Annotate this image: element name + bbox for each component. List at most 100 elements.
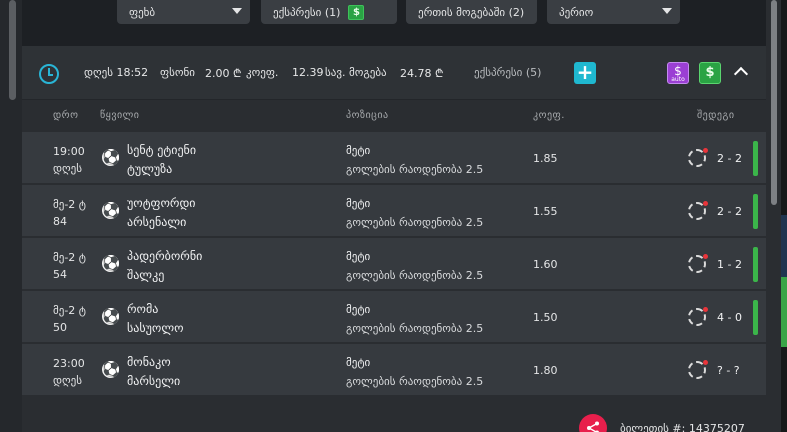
sport-filter-dropdown[interactable]: ფეხბ [117,0,250,24]
coef-label: კოეფ. [246,66,279,79]
status-indicator [753,141,758,176]
spinner-icon [688,360,708,379]
event-teams: სენტ ეტიენი ტულუზა [127,141,196,179]
event-score: 2 - 2 [717,205,742,218]
event-teams: რომა სასუოლო [127,300,184,338]
chevron-down-icon [662,8,672,14]
event-time: მე-2 ტ 84 [53,196,86,230]
share-icon[interactable] [579,414,607,432]
stake-label: ფსონი [160,66,195,79]
edge-accent-green [781,277,787,347]
event-time: 23:00 დღეს [53,355,85,389]
auto-icon[interactable]: $ auto [667,62,689,84]
col-position: პოზიცია [346,110,389,121]
status-indicator [753,247,758,282]
ticket-header[interactable]: დღეს 18:52 ფსონი 2.00 ₾ კოეფ. 12.39 სავ.… [22,46,766,100]
ticket-time: დღეს 18:52 [84,66,149,79]
event-time-main: მე-2 ტ [53,304,86,317]
ticket-panel: დღეს 18:52 ფსონი 2.00 ₾ კოეფ. 12.39 სავ.… [22,46,766,432]
win-value: 24.78 ₾ [400,67,444,80]
football-icon: ⚽ [102,255,119,272]
home-team: მონაკო [127,355,171,369]
column-headers: დრო წყვილი პოზიცია კოეფ. შედეგი [22,101,766,131]
bet-market: გოლების რაოდენობა 2.5 [346,375,484,388]
bet-pick: მეტი [346,250,371,263]
home-team: პადერბორნი [127,249,203,263]
event-score: 4 - 0 [717,311,742,324]
edge-accent-blue [781,215,787,277]
plus-icon[interactable]: + [574,62,596,84]
bet-market: გოლების რაოდენობა 2.5 [346,163,484,176]
bet-odd: 1.50 [533,311,558,324]
bet-history-page: ფეხბ ექსპრესი (1) $ ერთის მოგებაში (2) პ… [0,0,787,432]
chevron-down-icon [232,8,242,14]
single-filter-button[interactable]: ერთის მოგებაში (2) [406,0,537,24]
bet-position: მეტი გოლების რაოდენობა 2.5 [346,300,483,338]
away-team: ტულუზა [127,162,173,176]
event-time-main: 23:00 [53,357,85,370]
event-score: 1 - 2 [717,258,742,271]
home-team: უოტფორდი [127,196,196,210]
bet-pick: მეტი [346,197,371,210]
event-time-main: მე-2 ტ [53,251,86,264]
bet-position: მეტი გოლების რაოდენობა 2.5 [346,353,483,391]
away-team: მარსელი [127,374,181,388]
clock-icon [39,64,59,84]
right-scrollbar-thumb[interactable] [771,0,777,205]
ticket-number: ბილეთის #: 14375207 [620,422,745,432]
coef-value: 12.39 [292,66,324,79]
bet-position: მეტი გოლების რაოდენობა 2.5 [346,247,483,285]
home-team: სენტ ეტიენი [127,143,197,157]
period-filter-dropdown[interactable]: პერიო [547,0,680,24]
spinner-icon [688,201,708,220]
stake-value: 2.00 ₾ [205,67,242,80]
event-teams: მონაკო მარსელი [127,353,180,391]
event-score: 2 - 2 [717,152,742,165]
ticket-footer: ბილეთის #: 14375207 [22,410,766,432]
money-icon[interactable]: $ [699,62,721,84]
single-filter-label: ერთის მოგებაში (2) [418,5,525,19]
bet-odd: 1.60 [533,258,558,271]
event-teams: უოტფორდი არსენალი [127,194,195,232]
event-score: ? - ? [717,364,740,377]
event-time-main: 19:00 [53,145,85,158]
table-row[interactable]: მე-2 ტ 84 ⚽ უოტფორდი არსენალი მეტი გოლების … [22,185,766,237]
event-time-sub: დღეს [53,374,82,387]
left-scrollbar-thumb[interactable] [9,0,16,100]
express-count: ექსპრესი (5) [474,66,542,79]
football-icon: ⚽ [102,149,119,166]
filter-bar: ფეხბ ექსპრესი (1) $ ერთის მოგებაში (2) პ… [22,0,766,46]
away-team: სასუოლო [127,321,184,335]
home-team: რომა [127,302,159,316]
table-row[interactable]: 23:00 დღეს ⚽ მონაკო მარსელი მეტი გოლების რა… [22,344,766,396]
event-time-sub: 84 [53,215,67,228]
chevron-up-icon[interactable] [733,66,749,82]
bet-odd: 1.85 [533,152,558,165]
event-time: მე-2 ტ 50 [53,302,86,336]
football-icon: ⚽ [102,202,119,219]
football-icon: ⚽ [102,361,119,378]
bet-pick: მეტი [346,356,371,369]
left-scrollbar-track [0,0,22,432]
table-row[interactable]: მე-2 ტ 50 ⚽ რომა სასუოლო მეტი გოლების რაოდე… [22,291,766,343]
event-time: მე-2 ტ 54 [53,249,86,283]
bet-market: გოლების რაოდენობა 2.5 [346,322,484,335]
football-icon: ⚽ [102,308,119,325]
bet-market: გოლების რაოდენობა 2.5 [346,216,484,229]
win-label: სავ. მოგება [325,66,387,79]
table-row[interactable]: 19:00 დღეს ⚽ სენტ ეტიენი ტულუზა მეტი გოლები… [22,132,766,184]
bet-pick: მეტი [346,144,371,157]
event-time: 19:00 დღეს [53,143,85,177]
spinner-icon [688,254,708,273]
bet-market: გოლების რაოდენობა 2.5 [346,269,484,282]
status-indicator [753,194,758,229]
spinner-icon [688,307,708,326]
event-time-sub: დღეს [53,162,82,175]
sport-filter-label: ფეხბ [129,5,156,19]
express-filter-button[interactable]: ექსპრესი (1) $ [261,0,397,24]
col-time: დრო [53,110,79,121]
period-filter-label: პერიო [559,5,594,19]
money-icon: $ [348,4,365,20]
auto-label: auto [671,76,685,83]
table-row[interactable]: მე-2 ტ 54 ⚽ პადერბორნი შალკე მეტი გოლების რ… [22,238,766,290]
